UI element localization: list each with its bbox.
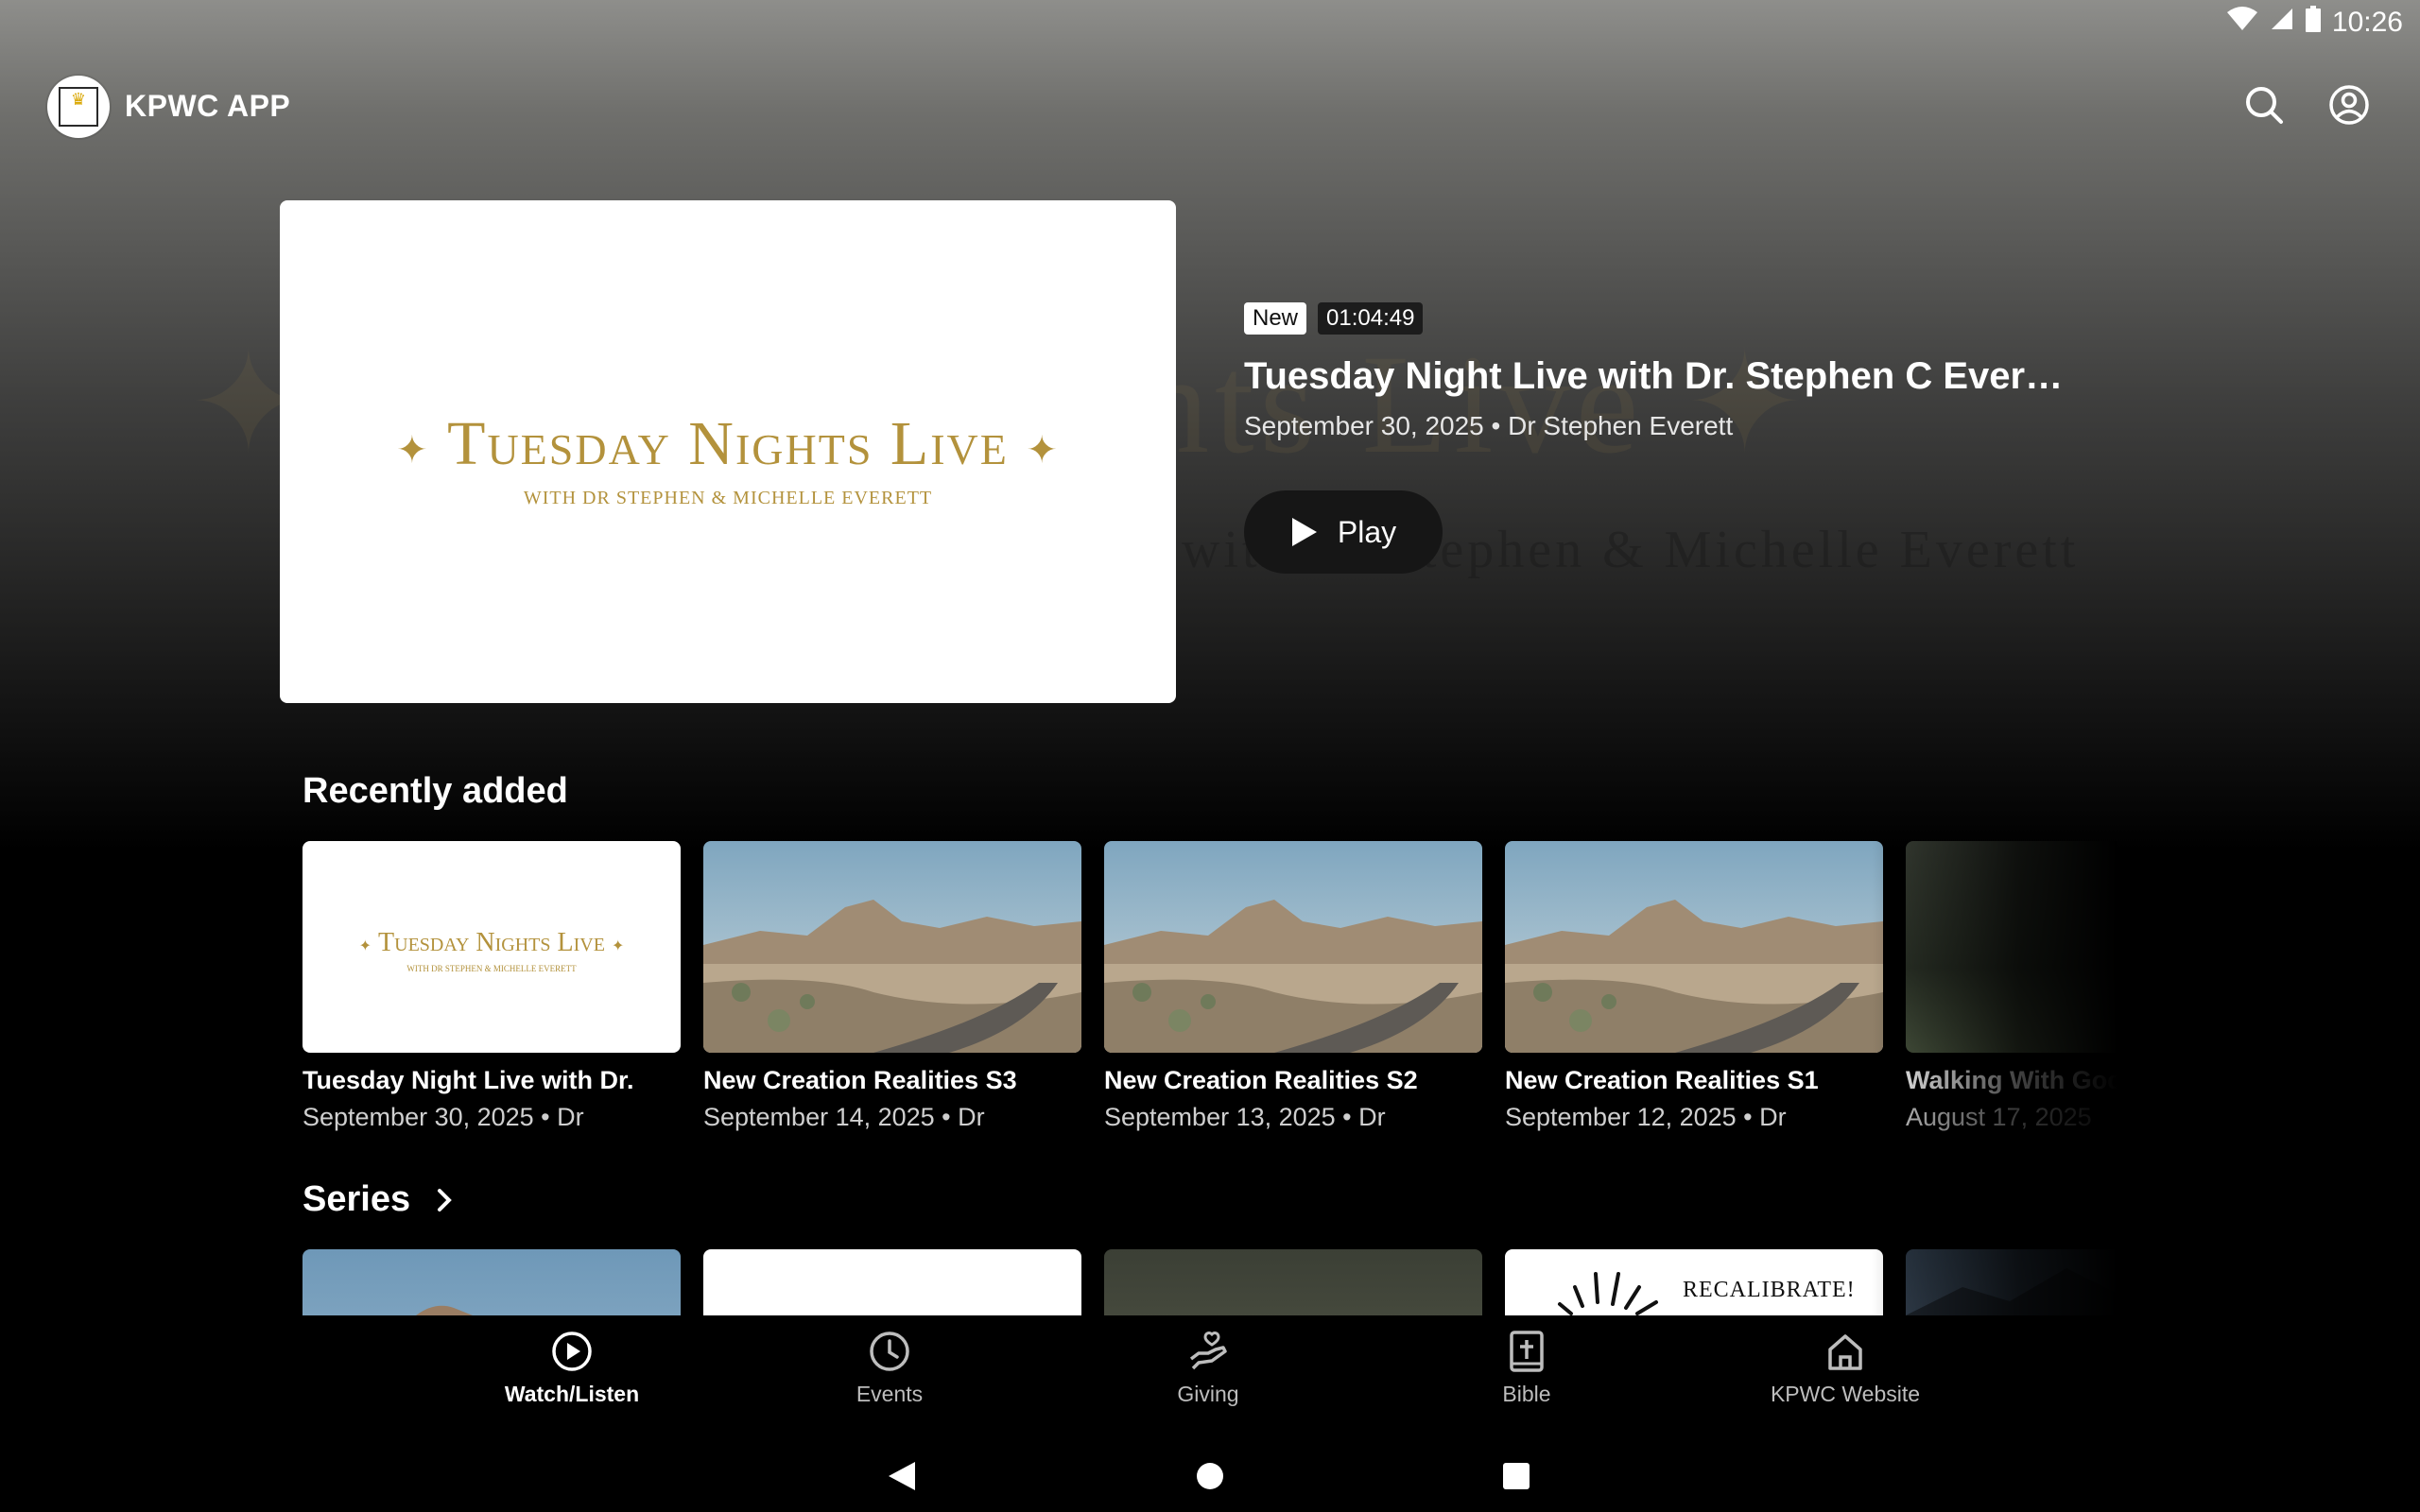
series-header[interactable]: Series [302, 1179, 454, 1220]
card-meta: August 17, 2025 [1906, 1103, 2092, 1131]
wifi-icon [2226, 7, 2258, 39]
desert-road-thumbnail [1104, 841, 1482, 1053]
recalibrate-text: Recalibrate! [1683, 1278, 1856, 1302]
hero-title: Tuesday Night Live with Dr. Stephen C Ev… [1244, 355, 2076, 397]
cellular-icon [2270, 7, 2294, 39]
nav-bible[interactable]: Bible [1394, 1329, 1659, 1407]
status-icons: 10:26 [2226, 6, 2403, 40]
nav-label: KPWC Website [1770, 1382, 1921, 1406]
media-card[interactable]: New Creation Realities S1 September 12, … [1505, 841, 1883, 1132]
series-card[interactable] [1104, 1249, 1482, 1315]
card-title: New Creation Realities S1 [1505, 1066, 1819, 1094]
new-badge: New [1244, 302, 1307, 335]
app-logo[interactable]: ♛ [47, 76, 110, 138]
crown-icon: ♛ [59, 87, 98, 127]
status-time: 10:26 [2331, 7, 2403, 38]
recalibrate-thumbnail: Recalibrate! [1505, 1249, 1883, 1315]
play-label: Play [1337, 514, 1397, 549]
recently-added-title: Recently added [302, 771, 568, 811]
media-card[interactable]: New Creation Realities S2 September 13, … [1104, 841, 1482, 1132]
nav-watch-listen[interactable]: Watch/Listen [440, 1329, 704, 1407]
card-meta: September 12, 2025 • Dr [1505, 1103, 1787, 1131]
home-button[interactable] [1182, 1448, 1238, 1504]
series-card[interactable] [1906, 1249, 2118, 1315]
hero-badges: New 01:04:49 [1244, 302, 2095, 335]
chevron-right-icon [438, 1188, 452, 1211]
app-title: KPWC APP [125, 89, 291, 123]
sparkle-icon: ✦ [358, 938, 372, 954]
series-card[interactable]: Recalibrate! [1505, 1249, 1883, 1315]
search-button[interactable] [2240, 81, 2288, 129]
grass-thumbnail [1104, 1249, 1482, 1315]
card-meta: September 14, 2025 • Dr [703, 1103, 985, 1131]
back-button[interactable] [873, 1448, 930, 1504]
series-card[interactable] [302, 1249, 681, 1315]
play-icon [1291, 518, 1317, 546]
hero-thumbnail[interactable]: ✦ Tuesday Nights Live ✦ with Dr Stephen … [280, 200, 1176, 703]
bible-icon [1510, 1331, 1544, 1372]
nav-label: Giving [1177, 1382, 1239, 1406]
card-title: Walking With God [1906, 1066, 2118, 1094]
media-card[interactable]: Walking With God August 17, 2025 [1906, 841, 2118, 1132]
sunburst-icon [1558, 1272, 1658, 1315]
hero-meta: September 30, 2025 • Dr Stephen Everett [1244, 411, 1734, 440]
recents-square-icon [1503, 1463, 1530, 1489]
nav-label: Bible [1502, 1382, 1551, 1406]
back-triangle-icon [889, 1462, 915, 1490]
system-navigation-bar [0, 1429, 2420, 1512]
giving-hand-icon [1189, 1332, 1227, 1370]
hero-thumbnail-title: ✦ Tuesday Nights Live ✦ [396, 409, 1060, 478]
card-meta: September 13, 2025 • Dr [1104, 1103, 1386, 1131]
nav-label: Watch/Listen [504, 1382, 640, 1406]
hero-info: New 01:04:49 Tuesday Night Live with Dr.… [1244, 302, 2095, 574]
card-meta: September 30, 2025 • Dr [302, 1103, 584, 1131]
mountain-thumbnail [1906, 1249, 2118, 1315]
card-title: New Creation Realities S3 [703, 1066, 1017, 1094]
card-thumbnail-title: ✦ Tuesday Nights Live ✦ [358, 928, 625, 957]
desert-road-thumbnail [302, 1249, 681, 1315]
series-card[interactable] [703, 1249, 1081, 1315]
recently-added-row: ✦ Tuesday Nights Live ✦ with Dr Stephen … [302, 841, 2118, 1143]
home-circle-icon [1197, 1463, 1223, 1489]
bottom-navigation: Watch/Listen Events Giving Bible KPWC We… [0, 1315, 2420, 1429]
header-actions [2240, 81, 2373, 129]
battery-icon [2305, 6, 2321, 40]
nav-kpwc-website[interactable]: KPWC Website [1713, 1329, 1978, 1407]
media-card[interactable]: ✦ Tuesday Nights Live ✦ with Dr Stephen … [302, 841, 681, 1132]
status-bar: 10:26 [0, 0, 2420, 45]
card-title: Tuesday Night Live with Dr. [302, 1066, 634, 1094]
nav-giving[interactable]: Giving [1076, 1329, 1340, 1407]
account-circle-icon [2329, 85, 2369, 125]
card-thumbnail-subtitle: with Dr Stephen & Michelle Everett [406, 964, 577, 973]
series-title: Series [302, 1179, 411, 1219]
desert-road-thumbnail [1505, 841, 1883, 1053]
sparkle-icon: ✦ [1026, 428, 1060, 472]
series-row: Recalibrate! [302, 1249, 2118, 1315]
play-button[interactable]: Play [1244, 490, 1443, 574]
grass-thumbnail [1906, 841, 2118, 1053]
sparkle-icon: ✦ [611, 938, 625, 954]
recents-button[interactable] [1488, 1448, 1545, 1504]
series-thumbnail [703, 1249, 1081, 1315]
card-thumbnail: ✦ Tuesday Nights Live ✦ with Dr Stephen … [302, 841, 681, 1053]
media-card[interactable]: New Creation Realities S3 September 14, … [703, 841, 1081, 1132]
nav-events[interactable]: Events [757, 1329, 1022, 1407]
sparkle-icon: ✦ [396, 428, 430, 472]
home-icon [1828, 1334, 1862, 1370]
desert-road-thumbnail [703, 841, 1081, 1053]
card-title: New Creation Realities S2 [1104, 1066, 1418, 1094]
clock-icon [870, 1332, 909, 1371]
hero-thumbnail-subtitle: with Dr Stephen & Michelle Everett [523, 488, 933, 508]
account-button[interactable] [2325, 81, 2373, 129]
nav-label: Events [856, 1382, 924, 1406]
duration-badge: 01:04:49 [1318, 302, 1424, 335]
search-icon [2246, 87, 2283, 124]
play-circle-icon [552, 1332, 592, 1371]
app-header: ♛ KPWC APP [47, 74, 2373, 140]
